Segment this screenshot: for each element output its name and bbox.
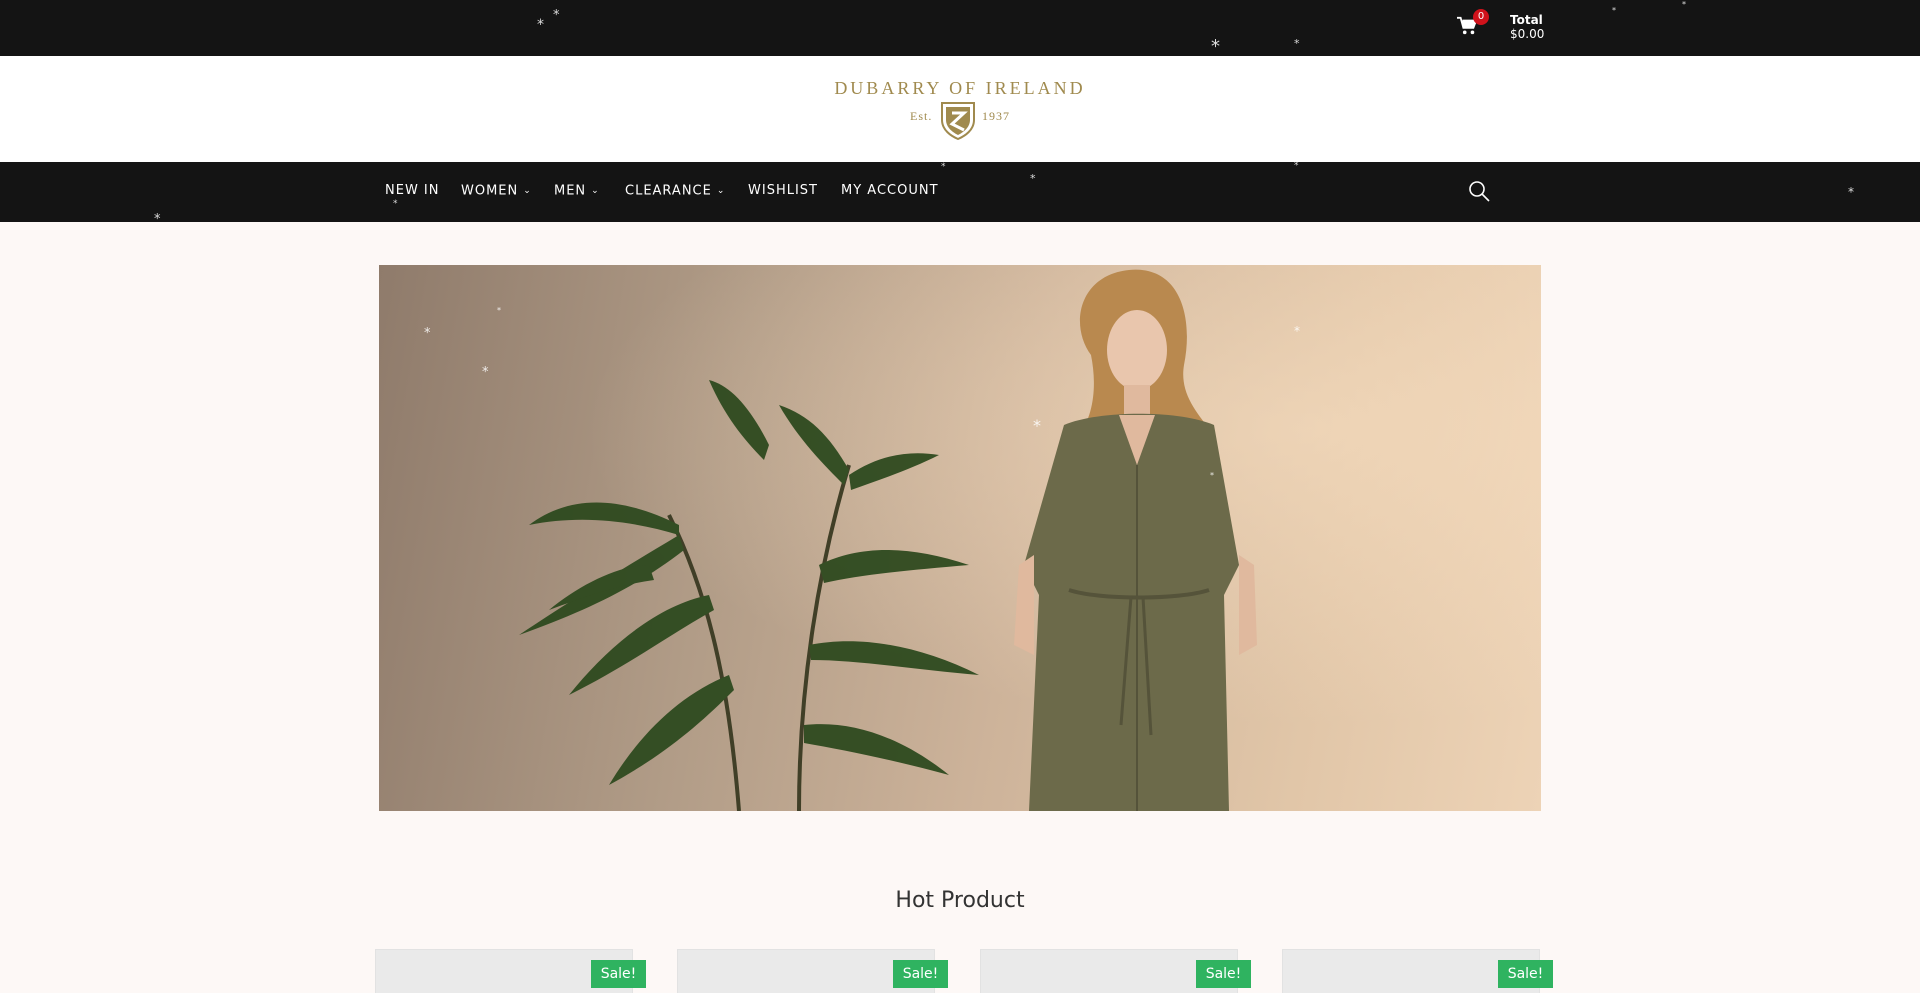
sale-badge: Sale! [1196,960,1251,988]
brand-year-label: 1937 [982,109,1010,123]
nav-my-account-label: MY ACCOUNT [841,183,939,198]
brand-est-label: Est. [910,109,933,123]
cart-total-amount: $0.00 [1510,27,1545,41]
cart-count-badge: 0 [1473,9,1489,25]
nav-wishlist[interactable]: WISHLIST [748,183,818,199]
cart-total-label: Total [1510,13,1543,27]
nav-new-in-label: NEW IN [385,183,440,198]
nav-new-in[interactable]: NEW IN [385,183,439,199]
nav-women-label: WOMEN [461,183,519,199]
cart-total[interactable]: Total $0.00 [1510,13,1544,41]
sale-badge: Sale! [591,960,646,988]
brand-logo-text[interactable]: DUBARRY OF IRELAND [0,78,1920,99]
nav-men-label: MEN [554,183,587,199]
nav-clearance-label: CLEARANCE [625,183,712,199]
search-icon[interactable] [1467,179,1491,203]
nav-men[interactable]: MEN ⌄ [554,183,600,200]
chevron-down-icon: ⌄ [716,186,726,196]
top-bar: 0 Total $0.00 [0,0,1920,56]
hero-banner[interactable] [379,265,1541,811]
chevron-down-icon: ⌄ [523,186,532,196]
model-image [1014,269,1257,811]
nav-wishlist-label: WISHLIST [748,183,818,198]
nav-women[interactable]: WOMEN ⌄ [461,183,532,200]
main-nav: NEW IN WOMEN ⌄ MEN ⌄ CLEARANCE ⌄ WISHLIST M… [0,162,1920,222]
brand-crest-icon[interactable] [940,100,976,140]
sale-badge: Sale! [1498,960,1553,988]
nav-my-account[interactable]: MY ACCOUNT [841,183,939,199]
sale-badge: Sale! [893,960,948,988]
brand-bar: DUBARRY OF IRELAND Est. 1937 [0,56,1920,162]
nav-clearance[interactable]: CLEARANCE ⌄ [625,183,725,200]
palm-plant-image [519,380,979,811]
section-title: Hot Product [895,888,1025,913]
hero-image [519,269,1257,811]
chevron-down-icon: ⌄ [591,186,600,196]
